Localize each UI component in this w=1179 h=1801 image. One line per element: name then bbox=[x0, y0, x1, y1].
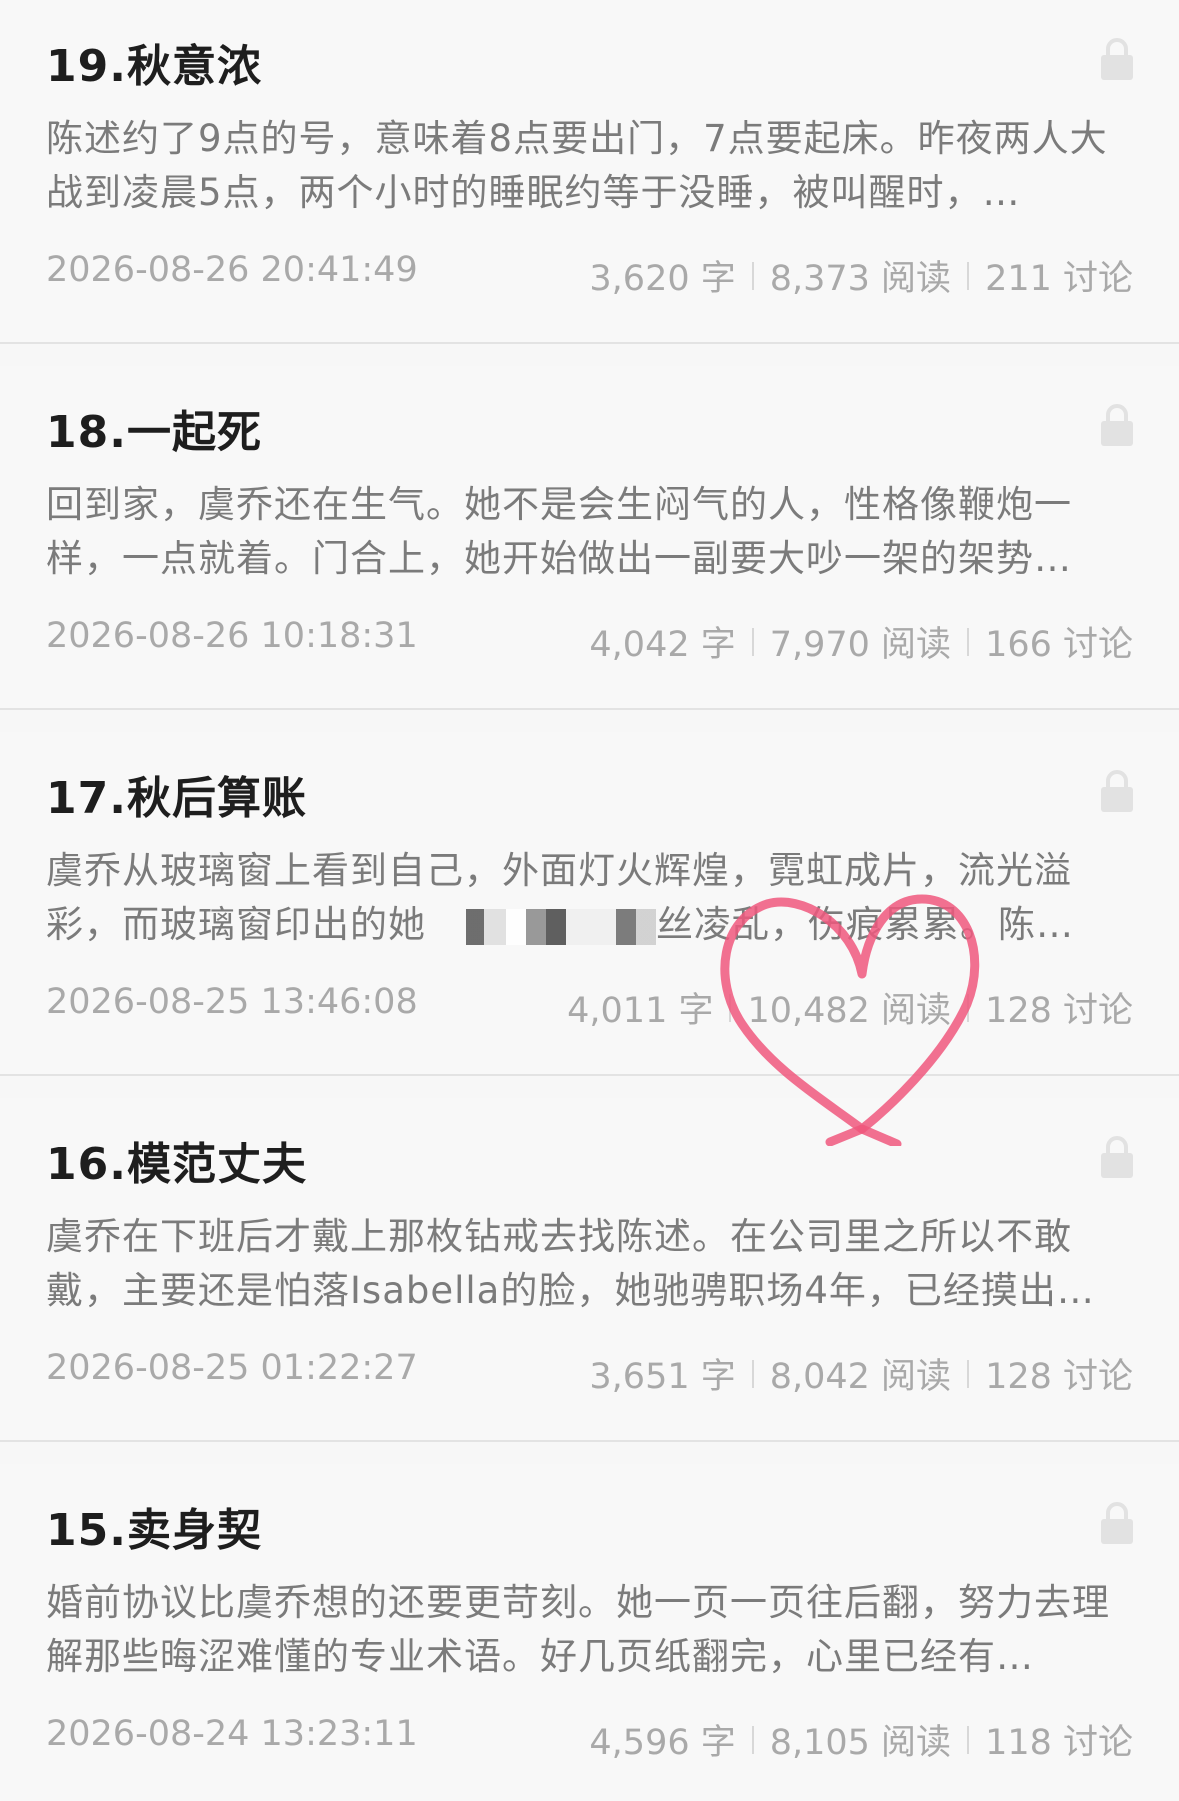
chapter-list: 19.秋意浓 陈述约了9点的号，意味着8点要出门，7点要起床。昨夜两人大战到凌晨… bbox=[0, 0, 1179, 1801]
divider bbox=[967, 261, 970, 290]
read-count: 8,373 阅读 bbox=[769, 259, 952, 299]
chapter-stats: 3,620 字 8,373 阅读 211 讨论 bbox=[589, 250, 1133, 301]
word-count: 4,011 字 bbox=[567, 991, 714, 1031]
chapter-title: 16.模范丈夫 bbox=[46, 1139, 307, 1190]
divider bbox=[751, 261, 754, 290]
read-count: 8,042 阅读 bbox=[769, 1357, 952, 1397]
comment-count: 118 讨论 bbox=[985, 1723, 1133, 1763]
chapter-excerpt: 婚前协议比虞乔想的还要更苛刻。她一页一页往后翻，努力去理解那些晦涩难懂的专业术语… bbox=[46, 1581, 1110, 1678]
chapter-stats: 3,651 字 8,042 阅读 128 讨论 bbox=[589, 1348, 1133, 1399]
redacted-blur bbox=[426, 908, 656, 945]
chapter-excerpt: 虞乔在下班后才戴上那枚钻戒去找陈述。在公司里之所以不敢戴，主要还是怕落Isabe… bbox=[46, 1215, 1095, 1312]
chapter-meta: 2026-08-26 10:18:31 4,042 字 7,970 阅读 166… bbox=[46, 616, 1133, 665]
comment-count: 166 讨论 bbox=[985, 625, 1133, 665]
chapter-date: 2026-08-25 13:46:08 bbox=[46, 982, 418, 1022]
read-count: 8,105 阅读 bbox=[769, 1723, 952, 1763]
chapter-item[interactable]: 15.卖身契 婚前协议比虞乔想的还要更苛刻。她一页一页往后翻，努力去理解那些晦涩… bbox=[0, 1464, 1179, 1801]
chapter-excerpt: 回到家，虞乔还在生气。她不是会生闷气的人，性格像鞭炮一样，一点就着。门合上，她开… bbox=[46, 483, 1072, 580]
divider bbox=[751, 627, 754, 656]
chapter-meta: 2026-08-25 01:22:27 3,651 字 8,042 阅读 128… bbox=[46, 1348, 1133, 1397]
divider bbox=[751, 1359, 754, 1388]
lock-icon bbox=[1101, 1502, 1133, 1544]
comment-count: 211 讨论 bbox=[985, 259, 1133, 299]
divider bbox=[751, 1725, 754, 1754]
comment-count: 128 讨论 bbox=[985, 991, 1133, 1031]
lock-icon bbox=[1101, 770, 1133, 812]
chapter-date: 2026-08-25 01:22:27 bbox=[46, 1348, 418, 1388]
word-count: 3,620 字 bbox=[589, 259, 736, 299]
chapter-meta: 2026-08-26 20:41:49 3,620 字 8,373 阅读 211… bbox=[46, 250, 1133, 299]
chapter-title: 19.秋意浓 bbox=[46, 41, 262, 92]
word-count: 4,042 字 bbox=[589, 625, 736, 665]
divider bbox=[729, 993, 732, 1022]
lock-icon bbox=[1101, 404, 1133, 446]
chapter-stats: 4,596 字 8,105 阅读 118 讨论 bbox=[589, 1714, 1133, 1765]
chapter-date: 2026-08-24 13:23:11 bbox=[46, 1714, 418, 1754]
chapter-excerpt: 虞乔从玻璃窗上看到自己，外面灯火辉煌，霓虹成片，流光溢彩，而玻璃窗印出的她 丝凌乱… bbox=[46, 844, 1126, 952]
chapter-title: 17.秋后算账 bbox=[46, 773, 307, 824]
read-count: 10,482 阅读 bbox=[747, 991, 952, 1031]
chapter-stats: 4,011 字 10,482 阅读 128 讨论 bbox=[567, 982, 1133, 1033]
chapter-title: 15.卖身契 bbox=[46, 1505, 262, 1556]
chapter-stats: 4,042 字 7,970 阅读 166 讨论 bbox=[589, 616, 1133, 667]
lock-icon bbox=[1101, 1136, 1133, 1178]
read-count: 7,970 阅读 bbox=[769, 625, 952, 665]
chapter-date: 2026-08-26 20:41:49 bbox=[46, 250, 418, 290]
word-count: 3,651 字 bbox=[589, 1357, 736, 1397]
chapter-item[interactable]: 19.秋意浓 陈述约了9点的号，意味着8点要出门，7点要起床。昨夜两人大战到凌晨… bbox=[0, 0, 1179, 344]
divider bbox=[967, 1725, 970, 1754]
chapter-item[interactable]: 16.模范丈夫 虞乔在下班后才戴上那枚钻戒去找陈述。在公司里之所以不敢戴，主要还… bbox=[0, 1098, 1179, 1442]
chapter-meta: 2026-08-24 13:23:11 4,596 字 8,105 阅读 118… bbox=[46, 1714, 1133, 1763]
word-count: 4,596 字 bbox=[589, 1723, 736, 1763]
chapter-item[interactable]: 17.秋后算账 虞乔从玻璃窗上看到自己，外面灯火辉煌，霓虹成片，流光溢彩，而玻璃… bbox=[0, 732, 1179, 1076]
divider bbox=[967, 1359, 970, 1388]
comment-count: 128 讨论 bbox=[985, 1357, 1133, 1397]
chapter-item[interactable]: 18.一起死 回到家，虞乔还在生气。她不是会生闷气的人，性格像鞭炮一样，一点就着… bbox=[0, 366, 1179, 710]
divider bbox=[967, 627, 970, 656]
chapter-date: 2026-08-26 10:18:31 bbox=[46, 616, 418, 656]
chapter-meta: 2026-08-25 13:46:08 4,011 字 10,482 阅读 12… bbox=[46, 982, 1133, 1031]
divider bbox=[967, 993, 970, 1022]
excerpt-text: 丝凌乱，伤痕累累。陈… bbox=[656, 903, 1074, 946]
chapter-title: 18.一起死 bbox=[46, 407, 262, 458]
chapter-excerpt: 陈述约了9点的号，意味着8点要出门，7点要起床。昨夜两人大战到凌晨5点，两个小时… bbox=[46, 117, 1108, 214]
lock-icon bbox=[1101, 38, 1133, 80]
